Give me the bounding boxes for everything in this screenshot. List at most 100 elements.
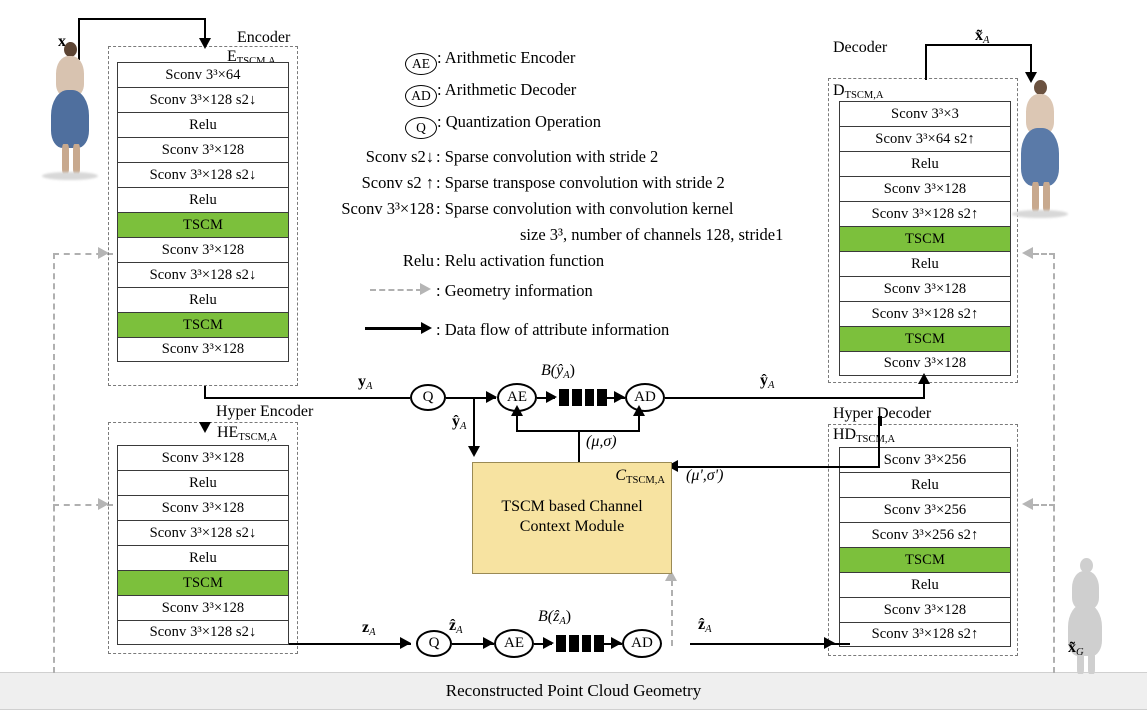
y-hat-a-label: ŷA [452, 414, 466, 433]
y-a-label: yA [358, 374, 372, 393]
arithmetic-decoder-node-bottom: AD [622, 629, 662, 658]
encoder-layer: Sconv 3³×128 [117, 137, 289, 162]
geometry-arrow-decoder [1022, 247, 1033, 259]
hyper-encoder-tag-main: HE [217, 424, 239, 441]
qb-to-aeb-arrowhead [483, 637, 494, 649]
encoder-layer: Relu [117, 287, 289, 312]
figure-leg-right [73, 144, 80, 174]
decoder-tag-sub: TSCM,A [844, 89, 884, 101]
output-x-g-main: x̃ [1068, 639, 1076, 656]
hyper-encoder-title: Hyper Encoder [216, 403, 314, 420]
hyper-decoder-layer: Sconv 3³×128 s2↑ [839, 622, 1011, 647]
geometry-right-trunk [1053, 253, 1055, 673]
encoder-input-drop [204, 18, 206, 40]
encoder-layer: Sconv 3³×128 s2↓ [117, 87, 289, 112]
encoder-layer-tscm: TSCM [117, 312, 289, 337]
hyper-decoder-tag: HDTSCM,A [833, 426, 895, 445]
hyper-decoder-tag-main: HD [833, 426, 857, 443]
y-a-main: y [358, 373, 366, 390]
context-module-tag-main: C [615, 467, 627, 484]
hyper-encoder-layer: Sconv 3³×128 s2↓ [117, 520, 289, 545]
ad-to-decoder-line [665, 397, 925, 399]
bitstream-y-label: B(ŷA) [541, 363, 575, 382]
bits-to-ad-arrowhead [614, 391, 625, 403]
y-a-sub: A [366, 380, 373, 392]
decoder-layer: Sconv 3³×128 [839, 176, 1011, 201]
legend-dataflow-arrowhead-icon [421, 322, 432, 334]
legend-val-sconv-kernel: : Sparse convolution with convolution ke… [436, 199, 734, 218]
decoder-tag: DTSCM,A [833, 82, 884, 101]
legend-key-sconv-s2down: Sconv s2↓ [365, 147, 434, 166]
ad-to-decoder-riser [923, 383, 925, 397]
quantization-node-top: Q [410, 384, 446, 411]
hyper-decoder-tag-sub: TSCM,A [856, 433, 896, 445]
legend-val-relu: : Relu activation function [436, 251, 605, 270]
hyper-encoder-input-arrowhead [199, 422, 211, 433]
hyper-encoder-tag-sub: TSCM,A [238, 431, 278, 443]
legend-ae-text: : Arithmetic Encoder [437, 48, 576, 67]
hyper-encoder-layer-tscm: TSCM [117, 570, 289, 595]
z-hat-a-out-label: ẑA [698, 617, 712, 636]
decoder-layer: Sconv 3³×64 s2↑ [839, 126, 1011, 151]
legend: AE: Arithmetic Encoder AD: Arithmetic De… [310, 40, 783, 340]
decoder-layer: Relu [839, 251, 1011, 276]
hyper-decoder-layer: Sconv 3³×256 [839, 447, 1011, 472]
encoder-layer: Sconv 3³×64 [117, 62, 289, 87]
z-hat-a-label: ẑA [449, 618, 463, 637]
arithmetic-encoder-node-bottom: AE [494, 629, 534, 658]
figure-leg-right [1043, 182, 1050, 212]
decoder-layer-tscm: TSCM [839, 226, 1011, 251]
z-hat-a-out-sub: A [705, 623, 712, 635]
hyper-decoder-output-v [880, 416, 882, 426]
quantization-node-bottom: Q [416, 630, 452, 657]
hyper-decoder-layer: Sconv 3³×256 s2↑ [839, 522, 1011, 547]
legend-val-dataflow: : Data flow of attribute information [436, 320, 670, 339]
encoder-layer: Relu [117, 112, 289, 137]
y-hat-a-sub: A [460, 420, 467, 432]
hyper-encoder-layer: Relu [117, 545, 289, 570]
mu-sigma-prime-text: (μ',σ') [686, 467, 724, 484]
encoder-layer: Sconv 3³×128 s2↓ [117, 162, 289, 187]
legend-val-sconv-s2up: : Sparse transpose convolution with stri… [436, 173, 725, 192]
hyper-decoder-layer: Sconv 3³×256 [839, 497, 1011, 522]
q-icon: Q [405, 116, 437, 139]
y-hat-a-out-sub: A [768, 379, 775, 391]
hyper-encoder-tag: HETSCM,A [217, 424, 277, 443]
hyper-decoder-output-riser [878, 416, 880, 468]
context-module-line2: Context Module [519, 518, 625, 535]
mu-sigma-bus [516, 430, 640, 432]
legend-val-geometry: : Geometry information [436, 281, 593, 300]
mu-sigma-to-ae [516, 414, 518, 430]
legend-val-sconv-kernel-cont: size 3³, number of channels 128, stride1 [520, 225, 784, 244]
z-a-label: zA [362, 620, 376, 639]
encoder-input-arrowhead [199, 38, 211, 49]
ad-icon: AD [405, 84, 437, 107]
bitstream-y-close: ) [569, 362, 575, 379]
y-hat-a-out-label: ŷA [760, 373, 774, 392]
encoder-layer: Sconv 3³×128 [117, 237, 289, 262]
q-to-ae-arrowhead [486, 391, 497, 403]
mu-sigma-riser [578, 430, 580, 462]
hyper-decoder-layer-tscm: TSCM [839, 547, 1011, 572]
hyper-encoder-layer: Relu [117, 470, 289, 495]
geometry-right-branch-bottom [1033, 504, 1055, 506]
y-hat-a-out-main: ŷ [760, 372, 768, 389]
geometry-arrow-hyper-decoder [1022, 498, 1033, 510]
aeb-to-bits-arrowhead [543, 637, 554, 649]
bits-to-adb-arrowhead [611, 637, 622, 649]
z-bus-line [289, 643, 411, 645]
mu-sigma-text: (μ,σ) [586, 433, 617, 450]
bitstream-z-close: ) [565, 608, 572, 625]
z-a-sub: A [369, 626, 376, 638]
figure-skirt [51, 90, 89, 148]
hyper-decoder-layer: Relu [839, 472, 1011, 497]
legend-row-ae: AE: Arithmetic Encoder [405, 48, 576, 75]
output-x-g-sub: G [1076, 646, 1084, 658]
encoder-title: Encoder [237, 29, 291, 46]
y-hat-branch-arrowhead [468, 446, 480, 457]
legend-q-text: : Quantization Operation [437, 112, 602, 131]
figure-leg-right [1088, 652, 1095, 674]
decoder-output-line-v [925, 44, 927, 80]
hyper-encoder-layer: Sconv 3³×128 [117, 595, 289, 620]
decoder-layer-stack: Sconv 3³×3 Sconv 3³×64 s2↑ Relu Sconv 3³… [839, 101, 1011, 376]
